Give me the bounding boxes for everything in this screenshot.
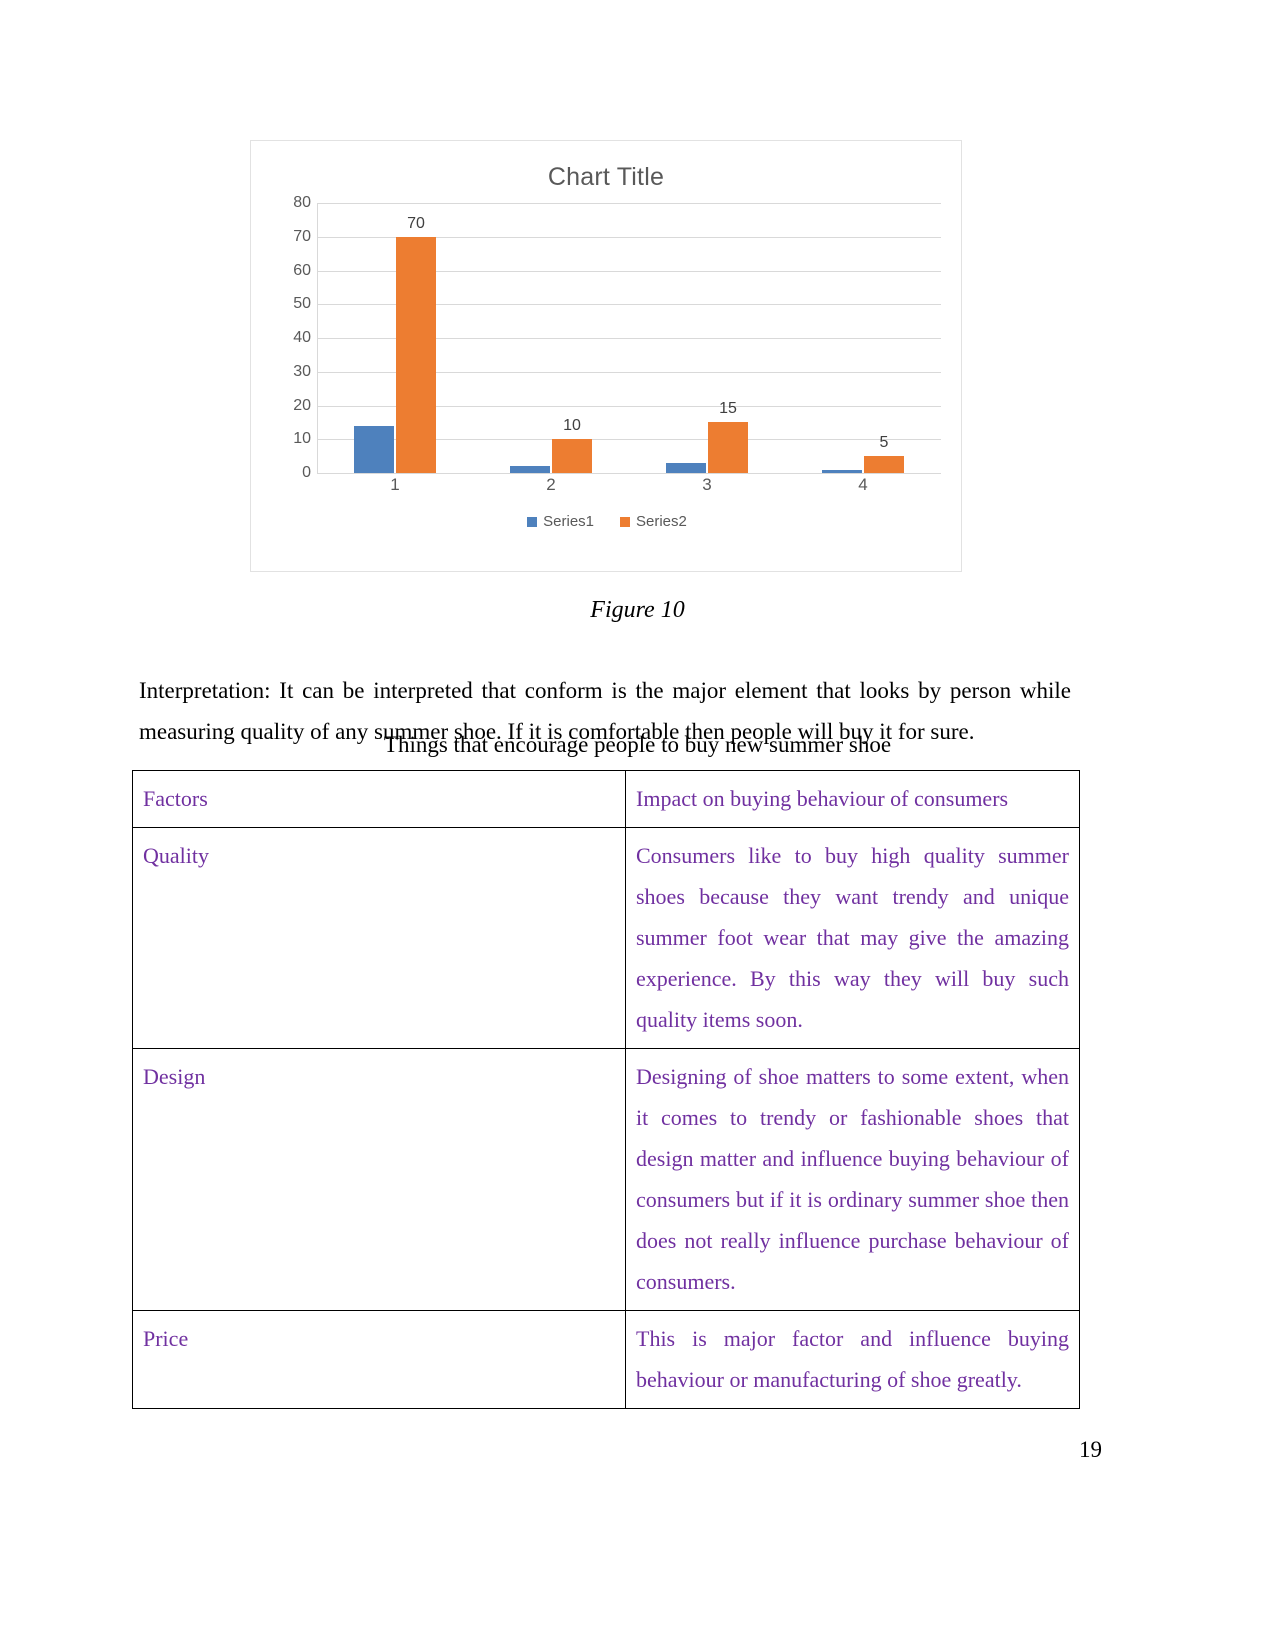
bar-value-label-2: 10 bbox=[563, 417, 581, 435]
y-tick-80: 80 bbox=[293, 194, 311, 211]
bar-series1-3 bbox=[666, 462, 706, 473]
bar-series2-1: 70 bbox=[396, 215, 436, 473]
table-cell-impact: Designing of shoe matters to some extent… bbox=[625, 1048, 1080, 1311]
table-heading: Things that encourage people to buy new … bbox=[383, 732, 892, 757]
figure-caption: Figure 10 bbox=[590, 597, 685, 623]
chart-legend: Series1 Series2 bbox=[251, 513, 963, 530]
y-tick-20: 20 bbox=[293, 396, 311, 414]
factors-table: Factors Impact on buying behaviour of con… bbox=[132, 770, 1080, 1409]
table-cell-factor: Quality bbox=[132, 827, 626, 1049]
table-header-cell-factors: Factors bbox=[132, 770, 626, 828]
gridline-0 bbox=[317, 473, 941, 474]
legend-swatch-icon bbox=[527, 516, 538, 527]
chart-plot-area: 80 70 60 50 40 30 20 10 0 70 10 15 5 1 2 3 4 S… bbox=[251, 194, 963, 530]
bar-value-label-4: 5 bbox=[879, 434, 889, 452]
bar-chart: Chart Title 80 70 60 50 40 30 20 10 0 70… bbox=[250, 140, 962, 572]
y-tick-10: 10 bbox=[293, 430, 311, 448]
y-tick-60: 60 bbox=[293, 261, 311, 279]
legend-label: Series2 bbox=[636, 513, 687, 530]
x-tick-2: 2 bbox=[546, 475, 556, 494]
bar-series-container: 70 10 15 5 bbox=[317, 203, 941, 473]
bar-group-4: 5 bbox=[785, 203, 941, 473]
bar-series2-3: 15 bbox=[708, 400, 748, 473]
x-axis-labels: 1 2 3 4 bbox=[317, 475, 941, 495]
legend-item-series1[interactable]: Series1 bbox=[527, 513, 594, 530]
table-cell-factor: Design bbox=[132, 1048, 626, 1311]
bar-series1-4 bbox=[822, 469, 862, 473]
chart-title: Chart Title bbox=[547, 163, 665, 191]
table-row: Design Designing of shoe matters to some … bbox=[132, 1048, 1080, 1311]
y-tick-50: 50 bbox=[293, 295, 311, 313]
table-cell-factor: Price bbox=[132, 1310, 626, 1409]
table-header-cell-impact: Impact on buying behaviour of consumers bbox=[625, 770, 1080, 828]
bar-group-1: 70 bbox=[317, 203, 473, 473]
y-tick-30: 30 bbox=[293, 362, 311, 380]
y-tick-40: 40 bbox=[293, 329, 311, 346]
y-tick-0: 0 bbox=[302, 464, 311, 481]
table-header-row: Factors Impact on buying behaviour of con… bbox=[132, 770, 1080, 828]
bar-series2-2: 10 bbox=[552, 417, 592, 473]
legend-swatch-icon bbox=[620, 516, 630, 527]
bar-series1-1 bbox=[354, 425, 394, 473]
y-tick-70: 70 bbox=[293, 227, 311, 245]
bar-group-3: 15 bbox=[629, 203, 785, 473]
table-cell-impact: Consumers like to buy high quality summe… bbox=[625, 827, 1080, 1049]
legend-label: Series1 bbox=[543, 513, 594, 530]
y-axis-labels: 80 70 60 50 40 30 20 10 0 bbox=[265, 194, 311, 481]
bar-series1-2 bbox=[510, 466, 550, 473]
bar-value-label-3: 15 bbox=[719, 400, 737, 418]
x-tick-1: 1 bbox=[390, 475, 400, 494]
page-number: 19 bbox=[1079, 1437, 1102, 1462]
bar-group-2: 10 bbox=[473, 203, 629, 473]
table-row: Price This is major factor and influence … bbox=[132, 1310, 1080, 1409]
legend-item-series2[interactable]: Series2 bbox=[620, 513, 687, 530]
bar-value-label-1: 70 bbox=[407, 214, 425, 232]
bar-series2-4: 5 bbox=[864, 434, 904, 473]
x-tick-4: 4 bbox=[858, 475, 868, 494]
table-cell-impact: This is major factor and influence buyin… bbox=[625, 1310, 1080, 1409]
x-tick-3: 3 bbox=[702, 475, 712, 494]
table-row: Quality Consumers like to buy high qualit… bbox=[132, 827, 1080, 1049]
